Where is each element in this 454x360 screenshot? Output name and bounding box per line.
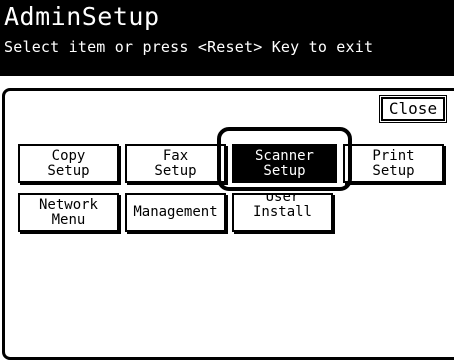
fax-setup-button[interactable]: Fax Setup [125,144,226,183]
network-menu-button[interactable]: Network Menu [18,193,119,232]
page-title: AdminSetup [4,2,160,31]
user-install-label: User Install [252,193,312,220]
user-install-button[interactable]: User Install [232,193,333,232]
close-button[interactable]: Close [379,95,447,123]
management-button[interactable]: Management [125,193,226,232]
title-bar: AdminSetup Select item or press <Reset> … [0,0,454,76]
scanner-setup-button[interactable]: Scanner Setup [232,144,337,183]
instruction-text: Select item or press <Reset> Key to exit [4,38,374,56]
print-setup-button[interactable]: Print Setup [343,144,444,183]
copy-setup-button[interactable]: Copy Setup [18,144,119,183]
